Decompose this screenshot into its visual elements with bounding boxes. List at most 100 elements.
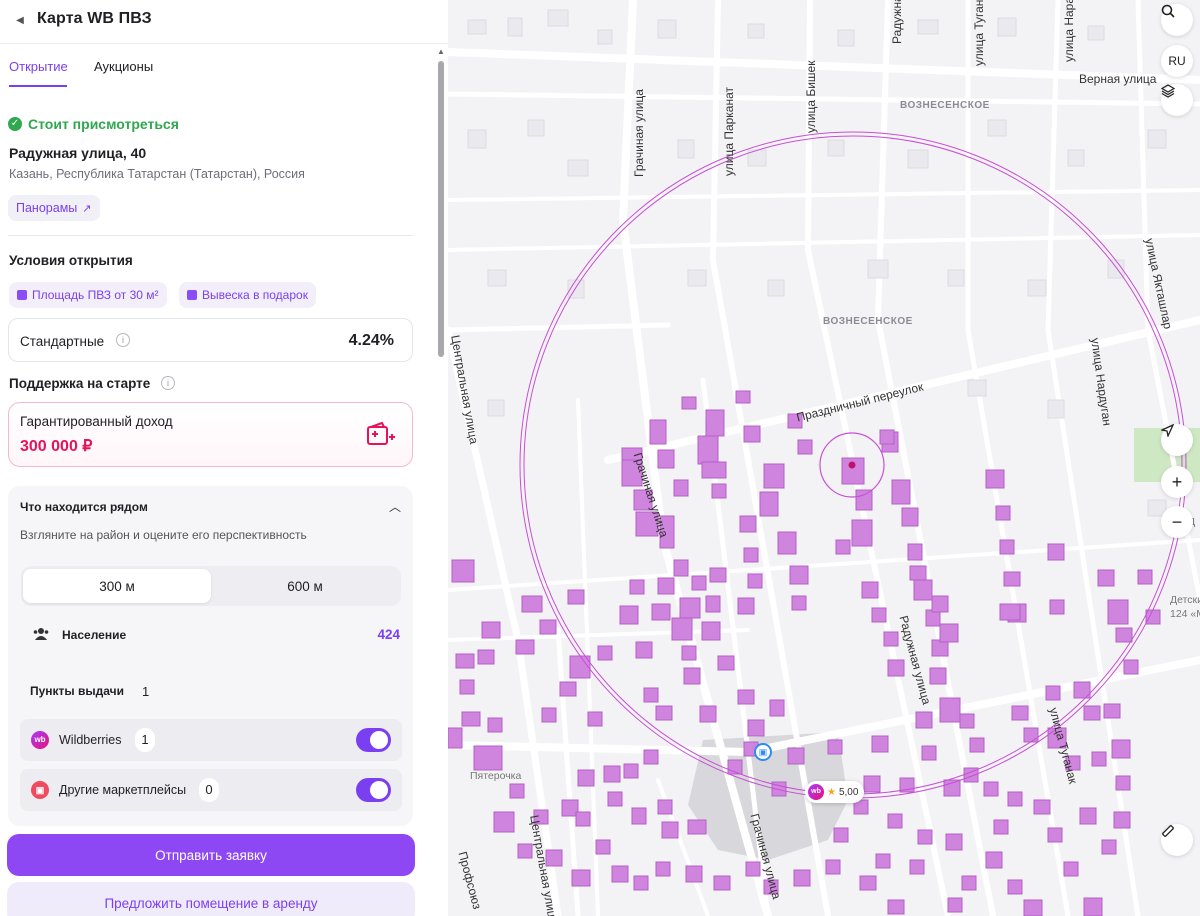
building xyxy=(917,829,933,845)
building xyxy=(833,827,849,843)
active-tab-indicator xyxy=(9,85,67,87)
chevron-up-icon[interactable]: ︿ xyxy=(389,498,401,515)
building xyxy=(487,717,503,733)
language-button[interactable]: RU xyxy=(1161,45,1193,77)
map-canvas[interactable] xyxy=(448,0,1200,916)
building xyxy=(509,783,525,799)
layers-button[interactable] xyxy=(1161,84,1193,116)
tariff-value: 4.24% xyxy=(348,332,394,349)
building xyxy=(657,577,675,595)
building xyxy=(883,631,899,647)
building xyxy=(739,515,757,533)
building xyxy=(1115,775,1131,791)
zoom-in-button[interactable]: + xyxy=(1161,466,1193,498)
building xyxy=(629,579,645,595)
address-street: Радужная улица, 40 xyxy=(9,145,147,161)
chip-area-label: Площадь ПВЗ от 30 м² xyxy=(32,288,159,302)
scrollbar[interactable]: ▲ xyxy=(434,45,448,825)
scrollbar-thumb[interactable] xyxy=(438,61,444,357)
submit-application-button[interactable]: Отправить заявку xyxy=(7,834,415,876)
building xyxy=(913,579,933,601)
zoom-out-button[interactable]: − xyxy=(1161,506,1193,538)
building xyxy=(451,559,475,583)
building xyxy=(947,897,963,913)
building xyxy=(999,539,1015,555)
back-icon[interactable]: ◀ xyxy=(12,12,28,28)
building xyxy=(909,859,925,875)
building xyxy=(681,396,697,410)
external-link-icon: ↗ xyxy=(82,202,92,215)
building xyxy=(705,409,725,437)
building xyxy=(943,779,961,797)
scroll-up-icon[interactable]: ▲ xyxy=(437,47,445,56)
map-search-button[interactable] xyxy=(1161,4,1193,36)
building xyxy=(743,425,761,443)
locate-button[interactable] xyxy=(1161,424,1193,456)
map-view[interactable]: Грачиная улица улица Парканат улица Бише… xyxy=(448,0,1200,916)
navigation-arrow-icon xyxy=(1161,424,1174,437)
building xyxy=(969,737,985,753)
offer-rental-button[interactable]: Предложить помещение в аренду xyxy=(7,882,415,916)
building xyxy=(1091,751,1107,767)
page-title: Карта WB ПВЗ xyxy=(37,10,152,27)
info-icon[interactable]: i xyxy=(116,333,130,347)
building xyxy=(887,659,905,677)
building xyxy=(643,687,659,703)
info-icon[interactable]: i xyxy=(161,376,175,390)
building xyxy=(603,765,621,783)
building xyxy=(1047,543,1065,561)
building xyxy=(793,869,811,887)
radius-300-button[interactable]: 300 м xyxy=(23,569,211,603)
tab-opening[interactable]: Открытие xyxy=(9,59,68,74)
building xyxy=(1023,727,1039,743)
population-label: Население xyxy=(62,628,127,642)
poi-label: Детский xyxy=(1170,594,1200,606)
building xyxy=(759,491,779,517)
street-label: улица Бишек xyxy=(804,60,818,133)
area-label: ВОЗНЕСЕНСКОЕ xyxy=(823,316,913,327)
building xyxy=(661,821,679,839)
wildberries-logo-icon: wb xyxy=(808,784,824,800)
building xyxy=(1083,897,1103,916)
building xyxy=(1137,569,1153,585)
building xyxy=(735,390,751,404)
support-title: Поддержка на старте xyxy=(9,376,151,391)
bus-stop-icon[interactable]: ▣ xyxy=(754,743,772,761)
building xyxy=(907,543,923,561)
building xyxy=(683,667,701,685)
building xyxy=(1079,807,1097,825)
building xyxy=(559,681,577,697)
building xyxy=(597,645,613,661)
marker-rating: 5,00 xyxy=(838,786,859,798)
tab-auctions[interactable]: Аукционы xyxy=(94,59,153,74)
building xyxy=(567,589,585,605)
building xyxy=(517,843,533,859)
building xyxy=(541,707,557,723)
building xyxy=(611,865,629,883)
ruler-button[interactable] xyxy=(1161,824,1193,856)
nearby-header[interactable]: Что находится рядом ︿ Взгляните на район… xyxy=(8,486,413,554)
building xyxy=(631,807,647,825)
other-marketplaces-toggle[interactable] xyxy=(356,778,391,802)
divider xyxy=(8,235,413,236)
building xyxy=(887,899,905,915)
building xyxy=(737,689,755,705)
marketplace-name: Другие маркетплейсы xyxy=(59,783,187,797)
building xyxy=(619,605,639,625)
building xyxy=(945,833,963,851)
building xyxy=(1097,569,1115,587)
building xyxy=(455,653,475,669)
street-label: улица Парканат xyxy=(722,86,736,176)
minus-icon: − xyxy=(1171,511,1183,532)
building xyxy=(711,483,727,499)
building xyxy=(835,539,851,555)
building xyxy=(787,747,805,765)
wildberries-toggle[interactable] xyxy=(356,728,391,752)
panorama-label: Панорамы xyxy=(16,201,78,215)
radius-600-button[interactable]: 600 м xyxy=(211,569,399,603)
building xyxy=(1107,599,1129,625)
marketplace-count: 1 xyxy=(135,728,155,752)
panorama-button[interactable]: Панорамы ↗ xyxy=(8,195,100,221)
pickup-point-marker[interactable]: wb ★ 5,00 xyxy=(805,781,865,803)
building xyxy=(1083,705,1101,721)
